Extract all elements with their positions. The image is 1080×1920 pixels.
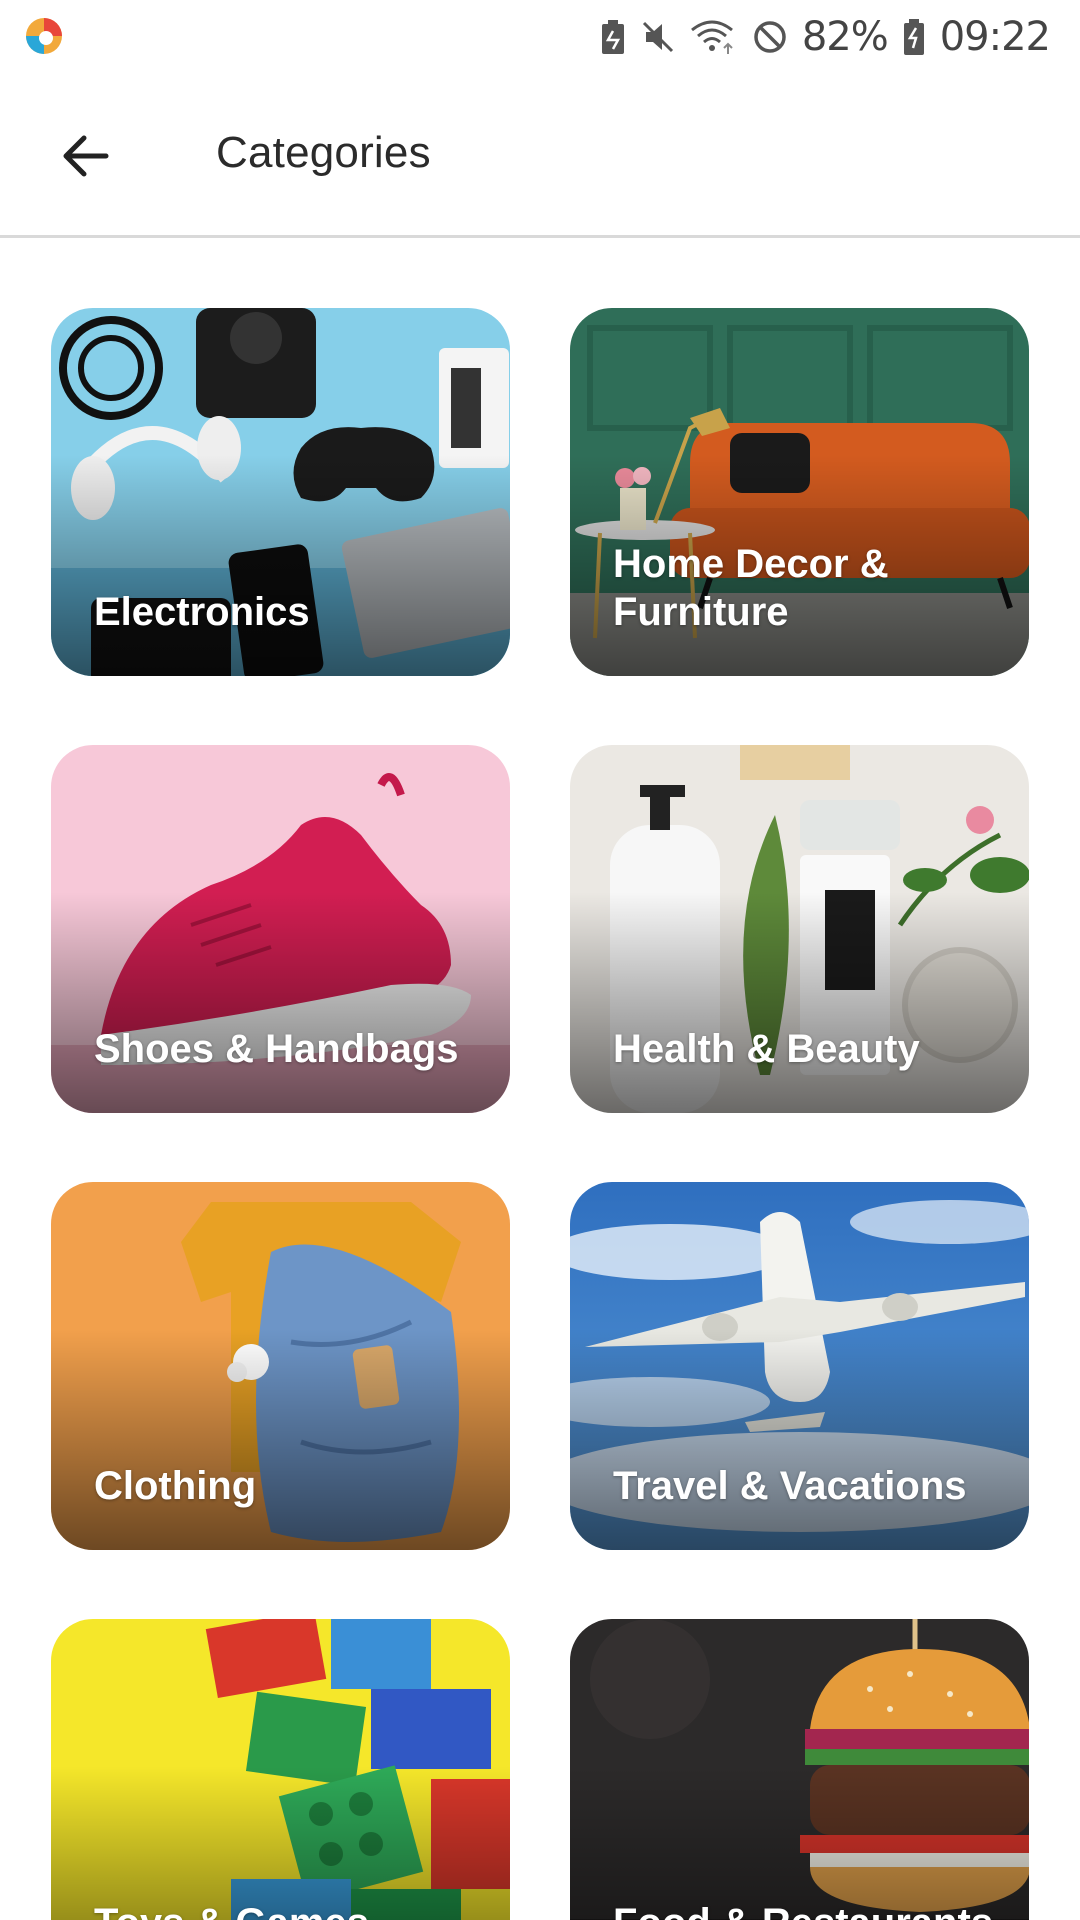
do-not-disturb-icon (754, 21, 786, 53)
card-shade (570, 892, 1029, 1113)
category-grid: Electronics Home Decor & Furniture Shoes… (0, 238, 1080, 1920)
category-label: Toys & Games (94, 1899, 480, 1920)
app-logo-icon (26, 18, 62, 54)
mute-icon (642, 21, 673, 53)
category-card-shoes-handbags[interactable]: Shoes & Handbags (51, 745, 510, 1113)
category-card-home-decor[interactable]: Home Decor & Furniture (570, 308, 1029, 676)
page-title: Categories (216, 128, 431, 177)
category-card-food-restaurants[interactable]: Food & Restaurants (570, 1619, 1029, 1920)
battery-saver-icon (601, 20, 624, 54)
category-card-electronics[interactable]: Electronics (51, 308, 510, 676)
battery-percent: 82% (801, 14, 889, 60)
card-shade (570, 1766, 1029, 1920)
category-label: Clothing (94, 1464, 257, 1508)
arrow-left-icon (63, 135, 109, 177)
category-label: Health & Beauty (613, 1027, 920, 1071)
wifi-icon (690, 20, 733, 54)
category-card-health-beauty[interactable]: Health & Beauty (570, 745, 1029, 1113)
card-shade (570, 1329, 1029, 1550)
back-button[interactable] (44, 116, 124, 196)
clock: 09:22 (939, 14, 1051, 60)
card-shade (51, 455, 510, 676)
app-bar: Categories (0, 72, 1080, 238)
category-label: Shoes & Handbags (94, 1027, 459, 1071)
battery-icon (903, 19, 924, 55)
card-shade (51, 1766, 510, 1920)
category-label: Food & Restaurants (613, 1899, 999, 1920)
card-shade (51, 892, 510, 1113)
card-shade (51, 1329, 510, 1550)
category-card-toys-games[interactable]: Toys & Games (51, 1619, 510, 1920)
category-label: Home Decor & Furniture (613, 542, 889, 634)
category-card-travel-vacations[interactable]: Travel & Vacations (570, 1182, 1029, 1550)
category-label: Electronics (94, 590, 310, 634)
status-bar: 82% 09:22 (0, 0, 1080, 72)
category-card-clothing[interactable]: Clothing (51, 1182, 510, 1550)
category-label: Travel & Vacations (613, 1464, 967, 1508)
